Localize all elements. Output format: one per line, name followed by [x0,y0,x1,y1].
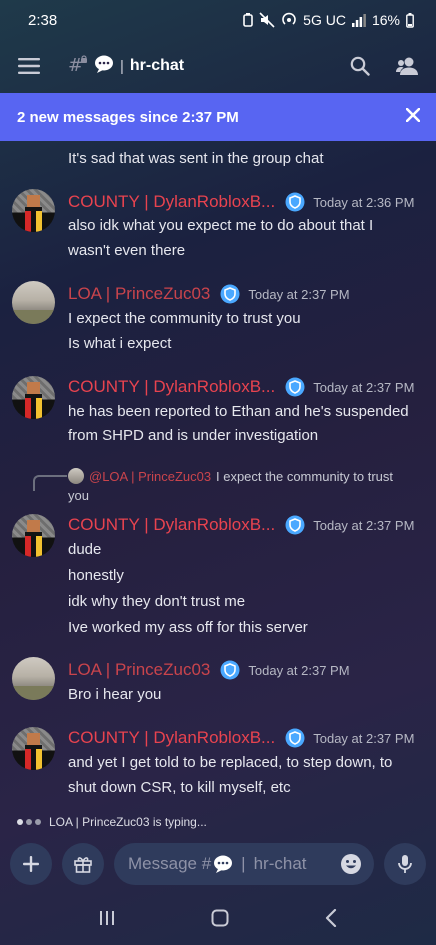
avatar[interactable] [12,727,55,770]
back-icon[interactable] [324,908,338,932]
battery-icon [406,12,414,28]
timestamp: Today at 2:37 PM [313,730,415,746]
message-line: and yet I get told to be replaced, to st… [68,754,393,771]
mute-icon [259,12,275,28]
message-line: Is what i expect [68,335,172,352]
avatar[interactable] [12,189,55,232]
verified-badge-icon [285,728,305,748]
battery-label: 16% [371,12,400,28]
username[interactable]: COUNTY | DylanRobloxB... [68,515,275,535]
verified-badge-icon [285,192,305,212]
message-line: also idk what you expect me to do about … [68,217,374,234]
username[interactable]: COUNTY | DylanRobloxB... [68,377,275,397]
timestamp: Today at 2:37 PM [248,286,350,302]
typing-dots-icon [17,819,41,825]
voice-message-button[interactable] [384,843,426,885]
reply-avatar [68,468,84,484]
message-input[interactable]: Message # | hr-chat [114,843,374,885]
system-navigation-bar [0,895,436,945]
hotspot-icon [281,12,297,28]
message-line: honestly [68,567,124,584]
message-line: he has been reported to Ethan and he's s… [68,403,409,420]
add-attachment-button[interactable] [10,843,52,885]
username[interactable]: COUNTY | DylanRobloxB... [68,728,275,748]
message-line: idk why they don't trust me [68,593,246,610]
microphone-icon [398,855,412,873]
message-line: Bro i hear you [68,686,162,703]
placeholder-channel: hr-chat [253,854,307,873]
data-saver-icon [243,13,253,27]
username[interactable]: LOA | PrinceZuc03 [68,284,210,304]
message-line: dude [68,541,102,558]
speech-bubble-icon [213,855,233,873]
message-list[interactable]: It's sad that was sent in the group chat… [0,141,436,809]
gift-icon [74,857,92,873]
channel-title[interactable]: # | hr-chat [68,55,350,78]
signal-icon [351,13,366,27]
reply-connector [33,475,67,491]
message-composer: Message # | hr-chat [0,842,436,886]
verified-badge-icon [285,377,305,397]
verified-badge-icon [220,660,240,680]
placeholder-divider: | [241,854,246,873]
timestamp: Today at 2:37 PM [313,379,415,395]
timestamp: Today at 2:37 PM [248,662,350,678]
status-icons: 5G UC 16% [243,12,414,28]
clock: 2:38 [28,11,58,29]
plus-icon [23,856,39,872]
title-divider: | [120,57,124,75]
home-icon[interactable] [211,909,229,932]
new-messages-banner[interactable]: 2 new messages since 2:37 PM [0,93,436,141]
username[interactable]: LOA | PrinceZuc03 [68,660,210,680]
verified-badge-icon [285,515,305,535]
username[interactable]: COUNTY | DylanRobloxB... [68,192,275,212]
typing-text: LOA | PrinceZuc03 is typing... [49,815,207,829]
close-icon[interactable] [405,107,421,126]
status-bar: 2:38 5G UC 16% [0,0,436,40]
timestamp: Today at 2:36 PM [313,194,415,210]
avatar[interactable] [12,657,55,700]
message-line: shut down CSR, to kill myself, etc [68,779,291,796]
message-line: wasn't even there [68,242,186,259]
message-line: I expect the community to trust you [68,310,301,327]
reply-text: you [68,488,89,503]
members-icon[interactable] [396,56,418,76]
channel-header: # | hr-chat [0,40,436,92]
verified-badge-icon [220,284,240,304]
reply-text: I expect the community to trust [216,469,394,484]
avatar[interactable] [12,514,55,557]
message-line: It's sad that was sent in the group chat [68,150,324,167]
message-line: Ive worked my ass off for this server [68,619,308,636]
placeholder-prefix: Message # [128,854,212,873]
avatar[interactable] [12,376,55,419]
network-label: 5G UC [303,12,346,28]
emoji-icon[interactable] [340,853,362,875]
speech-bubble-icon [94,55,114,78]
svg-text:#: # [68,55,83,73]
new-messages-text: 2 new messages since 2:37 PM [17,108,239,126]
search-icon[interactable] [350,56,370,76]
timestamp: Today at 2:37 PM [313,517,415,533]
hamburger-menu-icon[interactable] [18,58,40,74]
locked-hash-icon: # [68,55,88,78]
reply-author[interactable]: @LOA | PrinceZuc03 [89,469,211,484]
gift-button[interactable] [62,843,104,885]
message-line: from SHPD and is under investigation [68,427,319,444]
recent-apps-icon[interactable] [98,909,116,932]
avatar[interactable] [12,281,55,324]
channel-name: hr-chat [129,57,185,74]
typing-indicator: LOA | PrinceZuc03 is typing... [0,809,436,835]
